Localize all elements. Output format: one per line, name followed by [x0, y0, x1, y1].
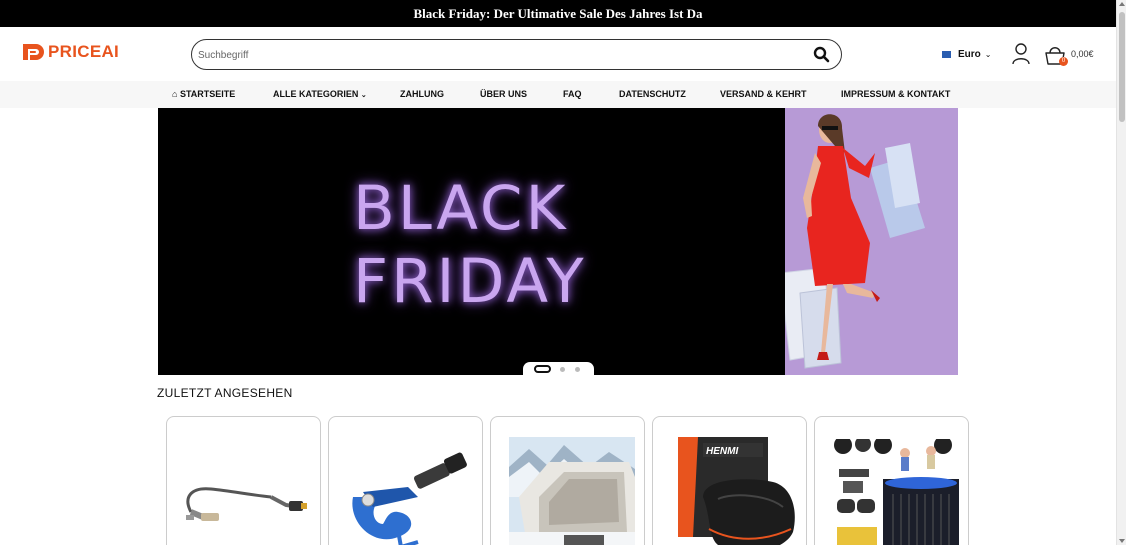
product-card[interactable]: [490, 416, 645, 545]
hero-title-line2: FRIDAY: [353, 246, 587, 317]
currency-label: Euro: [958, 49, 981, 60]
page: Black Friday: Der Ultimative Sale Des Ja…: [0, 0, 1126, 545]
flag-icon: [942, 51, 951, 58]
scrollbar-thumb[interactable]: [1119, 12, 1125, 122]
hero-title-line1: BLACK: [353, 173, 569, 244]
tube-cutter-image: [352, 452, 467, 545]
user-icon: [1012, 43, 1030, 65]
currency-selector[interactable]: Euro ⌄: [942, 49, 991, 60]
search-input[interactable]: [198, 44, 798, 66]
logo-mark-icon: [23, 44, 44, 60]
logo-text: PRICEAI: [48, 42, 120, 61]
shopping-woman-image: [779, 114, 925, 369]
scroll-down-icon[interactable]: [1119, 539, 1125, 543]
search-bar: [191, 39, 842, 70]
search-icon: [813, 46, 830, 63]
slider-pagination: [523, 362, 594, 376]
scroll-up-icon[interactable]: [1119, 2, 1125, 6]
product-card[interactable]: [814, 416, 969, 545]
product-card[interactable]: [328, 416, 483, 545]
hero-photo: [779, 108, 958, 375]
hero-banner[interactable]: BLACK FRIDAY: [158, 108, 958, 375]
account-button[interactable]: [1011, 42, 1031, 66]
site-header: PRICEAI Euro ⌄: [0, 27, 1116, 81]
nav-item-ueber-uns[interactable]: ÜBER UNS: [480, 81, 527, 108]
search-button[interactable]: [811, 44, 833, 66]
caravan-windscreen-cover-image: [509, 437, 635, 545]
cart-count-badge: 0: [1059, 57, 1068, 66]
slider-dot-2[interactable]: [560, 367, 565, 372]
page-scrollbar[interactable]: [1116, 0, 1126, 545]
nav-item-datenschutz[interactable]: DATENSCHUTZ: [619, 81, 686, 108]
nav-item-startseite[interactable]: ⌂ STARTSEITE: [172, 81, 235, 108]
product-card[interactable]: [166, 416, 321, 545]
main-viewport: Black Friday: Der Ultimative Sale Des Ja…: [0, 0, 1116, 545]
product-card[interactable]: HENMI: [652, 416, 807, 545]
cart-total: 0,00€: [1071, 49, 1094, 59]
cart-button[interactable]: 0: [1043, 43, 1069, 67]
nav-item-alle-kategorien[interactable]: ALLE KATEGORIEN ⌄: [273, 81, 367, 108]
nav-item-faq[interactable]: FAQ: [563, 81, 582, 108]
site-logo[interactable]: PRICEAI: [21, 42, 119, 62]
game-console-image: [833, 439, 959, 545]
nav-label-startseite: STARTSEITE: [179, 89, 236, 99]
announcement-bar: Black Friday: Der Ultimative Sale Des Ja…: [0, 0, 1116, 27]
svg-text:HENMI: HENMI: [706, 446, 738, 457]
nav-item-zahlung[interactable]: ZAHLUNG: [400, 81, 444, 108]
lambda-sensor-image: [186, 487, 307, 521]
bicycle-saddle-image: HENMI: [678, 437, 795, 545]
chevron-down-icon: ⌄: [360, 92, 367, 99]
nav-item-impressum[interactable]: IMPRESSUM & KONTAKT: [841, 81, 950, 108]
home-icon: ⌂: [172, 89, 178, 99]
slider-dot-1[interactable]: [534, 365, 551, 373]
slider-dot-3[interactable]: [575, 367, 580, 372]
recently-viewed-title: ZULETZT ANGESEHEN: [157, 386, 293, 400]
main-navigation: ⌂ STARTSEITE ALLE KATEGORIEN ⌄ ZAHLUNG Ü…: [0, 81, 1116, 108]
nav-item-versand[interactable]: VERSAND & KEHRT: [720, 81, 807, 108]
chevron-down-icon: ⌄: [984, 50, 992, 59]
nav-label-alle-kategorien: ALLE KATEGORIEN: [273, 89, 359, 99]
